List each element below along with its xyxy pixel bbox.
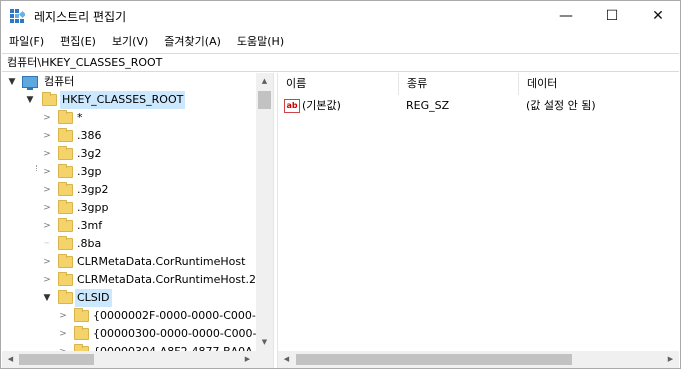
maximize-button[interactable]: ☐ — [589, 1, 635, 31]
tree-node[interactable]: > {00000300-0000-0000-C000- — [2, 325, 257, 343]
column-header-data[interactable]: 데이터 — [519, 73, 679, 95]
expand-arrow-icon[interactable]: > — [57, 307, 69, 325]
column-header-type[interactable]: 종류 — [399, 73, 519, 95]
expand-arrow-icon[interactable]: > — [41, 109, 53, 127]
collapse-arrow-icon[interactable]: ▼ — [6, 73, 18, 91]
tree-leaf-connector: ┈ — [44, 239, 50, 249]
folder-icon — [58, 110, 73, 124]
tree-label: .8ba — [77, 237, 102, 250]
registry-editor-window: 레지스트리 편집기 — ☐ ✕ 파일(F) 편집(E) 보기(V) 즐겨찾기(A… — [0, 0, 681, 369]
folder-icon — [58, 128, 73, 142]
folder-icon — [58, 164, 73, 178]
menu-bar: 파일(F) 편집(E) 보기(V) 즐겨찾기(A) 도움말(H) — [1, 32, 680, 52]
tree-label: {0000002F-0000-0000-C000- — [93, 309, 256, 322]
window-title: 레지스트리 편집기 — [34, 10, 127, 24]
folder-icon — [58, 254, 73, 268]
scroll-right-icon[interactable]: ▶ — [662, 351, 679, 368]
expand-arrow-icon[interactable]: > — [41, 127, 53, 145]
tree-node-computer[interactable]: ▼ 컴퓨터 — [2, 73, 257, 91]
expand-arrow-icon[interactable]: > — [57, 325, 69, 343]
folder-icon — [58, 146, 73, 160]
expand-arrow-icon[interactable]: > — [41, 163, 53, 181]
tree-label: {00000300-0000-0000-C000- — [93, 327, 257, 340]
scroll-thumb[interactable] — [258, 91, 271, 109]
tree-vertical-scrollbar[interactable]: ▲ ▼ — [256, 73, 273, 351]
tree-node[interactable]: > {0000002F-0000-0000-C000- — [2, 307, 257, 325]
menu-edit[interactable]: 편집(E) — [52, 32, 104, 52]
tree-node[interactable]: > .3mf — [2, 217, 257, 235]
scroll-thumb[interactable] — [19, 354, 94, 365]
collapse-arrow-icon[interactable]: ▼ — [24, 91, 36, 109]
menu-help[interactable]: 도움말(H) — [229, 32, 292, 52]
folder-icon — [58, 218, 73, 232]
scroll-up-icon[interactable]: ▲ — [256, 73, 273, 90]
expand-arrow-icon[interactable]: > — [41, 271, 53, 289]
value-list-pane[interactable]: 이름 종류 데이터 ab (기본값) REG_SZ (값 설정 안 됨) ◀ ▶ — [278, 73, 679, 368]
scroll-down-icon[interactable]: ▼ — [256, 334, 273, 351]
folder-icon — [58, 200, 73, 214]
tree-node[interactable]: > CLRMetaData.CorRuntimeHost — [2, 253, 257, 271]
folder-icon — [58, 182, 73, 196]
tree-node[interactable]: > .3gp2 — [2, 181, 257, 199]
expand-arrow-icon[interactable]: > — [41, 181, 53, 199]
scroll-left-icon[interactable]: ◀ — [278, 351, 295, 368]
expand-arrow-icon[interactable]: > — [41, 145, 53, 163]
scroll-right-icon[interactable]: ▶ — [239, 351, 256, 368]
tree-node[interactable]: > .3gp — [2, 163, 257, 181]
tree-node[interactable]: > .3g2 — [2, 145, 257, 163]
expand-arrow-icon[interactable]: > — [41, 253, 53, 271]
string-value-icon: ab — [284, 99, 300, 113]
folder-icon — [42, 92, 57, 106]
list-horizontal-scrollbar[interactable]: ◀ ▶ — [278, 351, 679, 368]
close-button[interactable]: ✕ — [635, 1, 681, 31]
scroll-left-icon[interactable]: ◀ — [2, 351, 19, 368]
tree-label: * — [77, 111, 83, 124]
tree-node[interactable]: > CLRMetaData.CorRuntimeHost.2 — [2, 271, 257, 289]
address-bar[interactable]: 컴퓨터\HKEY_CLASSES_ROOT — [2, 53, 679, 72]
folder-icon — [58, 236, 73, 250]
tree-node[interactable]: > .386 — [2, 127, 257, 145]
tree-node[interactable]: > .3gpp — [2, 199, 257, 217]
scroll-thumb[interactable] — [296, 354, 572, 365]
folder-icon — [74, 326, 89, 340]
tree-node[interactable]: ┈ .8ba — [2, 235, 257, 253]
collapse-arrow-icon[interactable]: ▼ — [41, 289, 53, 307]
tree-label: .3gpp — [77, 201, 109, 214]
tree-label: CLRMetaData.CorRuntimeHost — [77, 255, 246, 268]
column-header-name[interactable]: 이름 — [278, 73, 399, 95]
tree-label: .3mf — [77, 219, 103, 232]
menu-file[interactable]: 파일(F) — [1, 32, 52, 52]
tree-node-clsid[interactable]: ▼ CLSID — [2, 289, 257, 307]
expand-arrow-icon[interactable]: > — [41, 217, 53, 235]
tree-label: CLSID — [75, 289, 112, 307]
tree-node-hkcr[interactable]: ▼ HKEY_CLASSES_ROOT — [2, 91, 257, 109]
tree-horizontal-scrollbar[interactable]: ◀ ▶ — [2, 351, 273, 368]
menu-favorites[interactable]: 즐겨찾기(A) — [156, 32, 229, 52]
computer-icon — [22, 76, 38, 90]
key-tree-pane[interactable]: ▼ 컴퓨터 ▼ HKEY_CLASSES_ROOT > * > .386 > .… — [2, 73, 273, 368]
registry-app-icon — [10, 9, 25, 23]
folder-icon — [58, 272, 73, 286]
tree-label: 컴퓨터 — [44, 75, 75, 88]
minimize-button[interactable]: — — [543, 1, 589, 31]
expand-arrow-icon[interactable]: > — [41, 199, 53, 217]
tree-label: .386 — [77, 129, 102, 142]
folder-icon — [74, 308, 89, 322]
tree-label: .3gp2 — [77, 183, 109, 196]
tree-label: .3gp — [77, 165, 102, 178]
value-type: REG_SZ — [406, 99, 450, 112]
title-bar: 레지스트리 편집기 — ☐ ✕ — [1, 1, 680, 31]
menu-view[interactable]: 보기(V) — [104, 32, 156, 52]
tree-label: .3g2 — [77, 147, 102, 160]
folder-icon — [58, 290, 73, 304]
value-data: (값 설정 안 됨) — [526, 99, 596, 112]
tree-label: HKEY_CLASSES_ROOT — [60, 91, 186, 109]
tree-node[interactable]: > * — [2, 109, 257, 127]
tree-label: CLRMetaData.CorRuntimeHost.2 — [77, 273, 256, 286]
value-name[interactable]: (기본값) — [302, 97, 341, 115]
